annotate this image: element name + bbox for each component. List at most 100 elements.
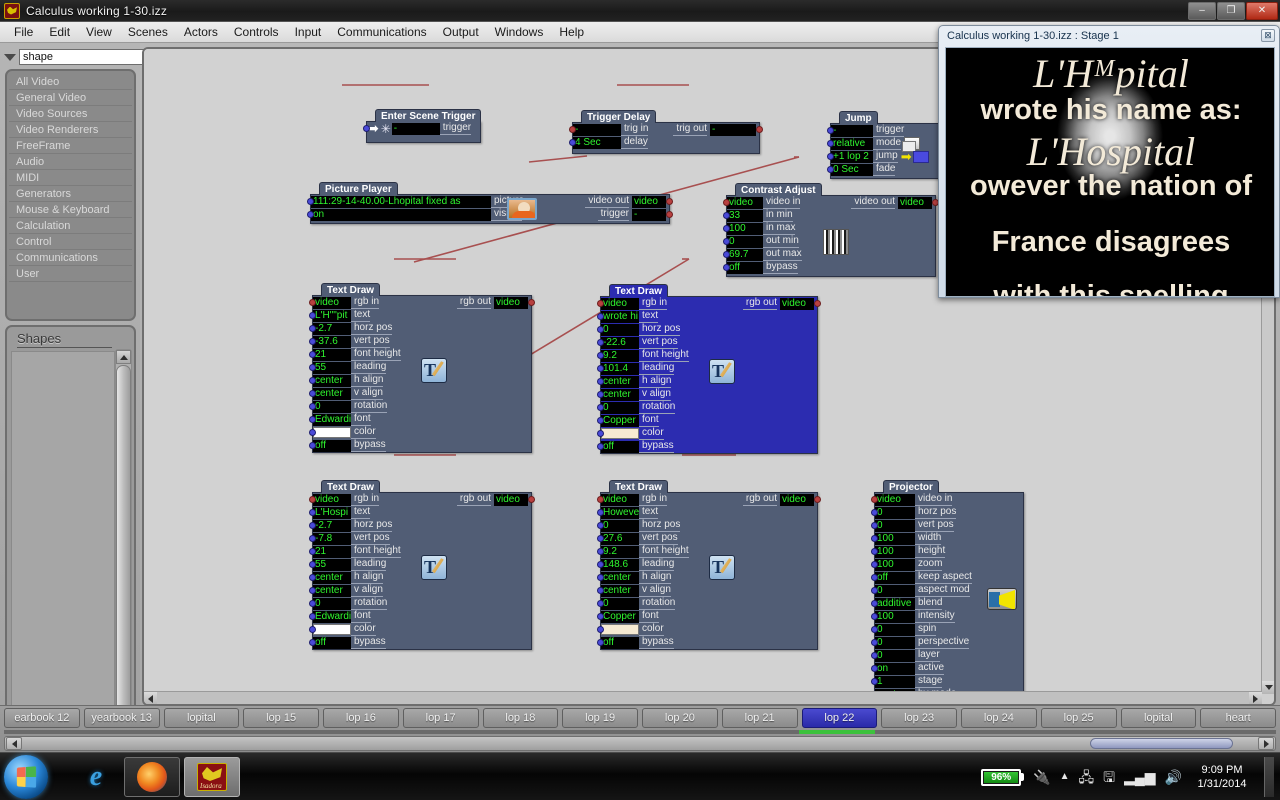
input-port[interactable] (307, 198, 314, 205)
menu-item-help[interactable]: Help (551, 23, 592, 41)
show-desktop-button[interactable] (1264, 757, 1274, 797)
input-port[interactable] (597, 352, 604, 359)
close-button[interactable]: ✕ (1246, 2, 1278, 20)
node-title-text-draw-1[interactable]: Text Draw (321, 283, 381, 296)
node-value[interactable]: 0 (601, 597, 639, 610)
node-value[interactable]: 0 (313, 597, 351, 610)
input-port[interactable] (309, 600, 316, 607)
menu-item-output[interactable]: Output (435, 23, 487, 41)
node-output-value[interactable]: video (898, 196, 932, 209)
node-value[interactable]: 4 Sec (573, 136, 621, 149)
input-port[interactable] (597, 561, 604, 568)
shapes-scrollbar[interactable] (115, 349, 132, 729)
node-value[interactable]: 0 (875, 519, 915, 532)
canvas-scroll-right-button[interactable] (1249, 692, 1262, 704)
node-value[interactable]: off (313, 636, 351, 649)
node-title-text-draw-3[interactable]: Text Draw (321, 480, 381, 493)
node-value[interactable]: on (875, 662, 915, 675)
input-port[interactable] (597, 365, 604, 372)
input-port[interactable] (597, 548, 604, 555)
input-port[interactable] (597, 378, 604, 385)
input-port[interactable] (597, 339, 604, 346)
output-port[interactable] (756, 126, 763, 133)
menu-item-windows[interactable]: Windows (487, 23, 552, 41)
menu-item-controls[interactable]: Controls (226, 23, 287, 41)
input-port[interactable] (307, 211, 314, 218)
node-projector[interactable]: Projector video video in 0 horz pos 0 vert pos… (871, 480, 1024, 702)
tabs-scrollbar-thumb[interactable] (1090, 738, 1233, 749)
tabs-scroll-right-button[interactable] (1258, 737, 1274, 750)
input-port[interactable] (871, 665, 878, 672)
node-value[interactable]: 0 (875, 584, 915, 597)
node-value[interactable]: Edwardi (313, 610, 351, 623)
input-port[interactable] (309, 416, 316, 423)
taskbar-item-internet-explorer[interactable]: e (68, 757, 124, 797)
input-port[interactable] (309, 613, 316, 620)
input-port[interactable] (871, 509, 878, 516)
node-value[interactable]: 55 (313, 558, 351, 571)
input-port[interactable] (309, 312, 316, 319)
node-trigger-delay[interactable]: Trigger Delay - trig in 4 Sec delay trig out - (569, 110, 763, 154)
input-port[interactable] (597, 391, 604, 398)
input-port[interactable] (309, 299, 316, 306)
stage-preview-window[interactable]: Calculus working 1-30.izz : Stage 1 ⊠ L'… (938, 25, 1280, 298)
scene-tab-earbook-12[interactable]: earbook 12 (4, 708, 80, 728)
input-port[interactable] (871, 652, 878, 659)
node-title-projector[interactable]: Projector (883, 480, 939, 493)
input-port[interactable] (597, 535, 604, 542)
node-value[interactable]: off (875, 571, 915, 584)
node-value[interactable]: - (573, 123, 621, 136)
canvas-scroll-left-button[interactable] (144, 692, 157, 704)
input-port[interactable] (723, 212, 730, 219)
category-item-all-video[interactable]: All Video (9, 74, 132, 90)
canvas-scroll-down-button[interactable] (1262, 681, 1274, 694)
node-value[interactable]: Copper (601, 610, 639, 623)
scene-tabs-scrollbar[interactable] (4, 736, 1276, 751)
node-value[interactable]: 0 (727, 235, 763, 248)
node-value[interactable]: -2.7 (313, 519, 351, 532)
category-item-midi[interactable]: MIDI (9, 170, 132, 186)
category-item-general-video[interactable]: General Video (9, 90, 132, 106)
input-port[interactable] (597, 587, 604, 594)
node-title-contrast-adjust[interactable]: Contrast Adjust (735, 183, 822, 196)
category-item-freeframe[interactable]: FreeFrame (9, 138, 132, 154)
node-value[interactable]: relative (831, 137, 873, 150)
node-value[interactable]: 111:29-14-40.00-Lhopital fixed as (311, 195, 491, 208)
input-port[interactable] (871, 613, 878, 620)
canvas-horizontal-scrollbar[interactable] (144, 691, 1262, 704)
node-value[interactable]: -22.6 (601, 336, 639, 349)
restore-button[interactable]: ❐ (1217, 2, 1245, 20)
input-port[interactable] (871, 496, 878, 503)
output-port[interactable] (666, 211, 673, 218)
node-enter-scene-trigger[interactable]: Enter Scene Trigger ➡ ✳ - trigger (363, 109, 482, 143)
taskbar-item-isadora[interactable] (184, 757, 240, 797)
scene-tab-lop-20[interactable]: lop 20 (642, 708, 718, 728)
color-swatch[interactable] (601, 624, 639, 635)
input-port[interactable] (309, 442, 316, 449)
input-port[interactable] (871, 548, 878, 555)
scene-tab-lop-21[interactable]: lop 21 (721, 708, 798, 728)
node-text-draw-3[interactable]: Text Draw video rgb in L'Hospi text -2.7 horz … (309, 480, 535, 650)
menu-item-communications[interactable]: Communications (329, 23, 434, 41)
scroll-up-button[interactable] (116, 350, 131, 364)
node-value[interactable]: video (875, 493, 915, 506)
scene-tab-yearbook-13[interactable]: yearbook 13 (83, 708, 160, 728)
output-port[interactable] (528, 496, 535, 503)
node-value[interactable]: 0 (601, 519, 639, 532)
color-swatch[interactable] (601, 428, 639, 439)
input-port[interactable] (309, 561, 316, 568)
node-title-trigger-delay[interactable]: Trigger Delay (581, 110, 657, 123)
removable-media-icon[interactable]: 🖫 (1103, 770, 1115, 784)
input-port[interactable] (871, 522, 878, 529)
node-value[interactable]: L'Hospi (313, 506, 351, 519)
node-value[interactable]: 21 (313, 348, 351, 361)
node-value[interactable]: 21 (313, 545, 351, 558)
node-output-value[interactable]: - (632, 208, 666, 221)
color-swatch[interactable] (313, 624, 351, 635)
input-port[interactable] (827, 140, 834, 147)
node-value[interactable]: off (601, 636, 639, 649)
node-output-value[interactable]: video (494, 493, 528, 506)
scene-tab-lop-25[interactable]: lop 25 (1040, 708, 1117, 728)
category-item-mouse-keyboard[interactable]: Mouse & Keyboard (9, 202, 132, 218)
scene-tab-lop-22[interactable]: lop 22 (801, 708, 878, 728)
